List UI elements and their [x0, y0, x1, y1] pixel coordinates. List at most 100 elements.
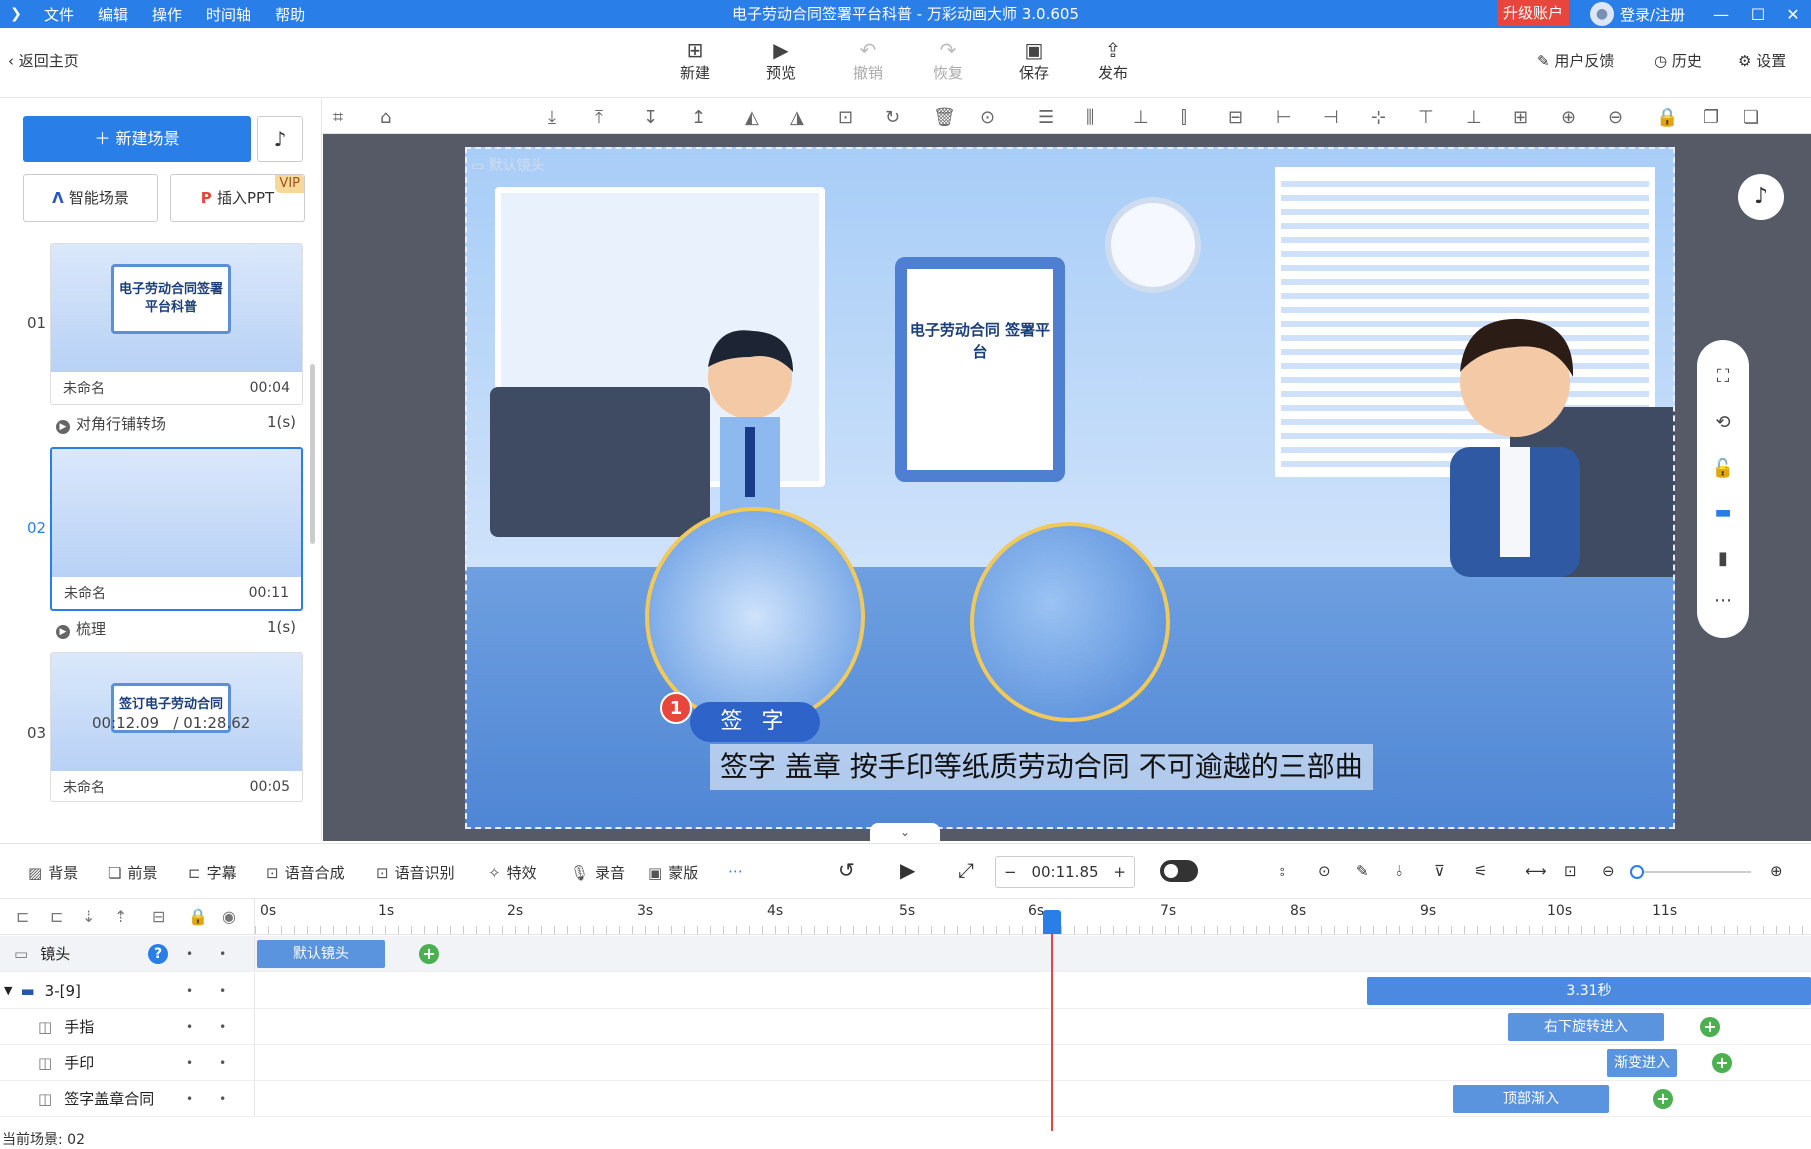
zoom-out-icon[interactable]: ⊖ — [1608, 107, 1623, 128]
timeline-clip[interactable]: 渐变进入 — [1607, 1049, 1677, 1077]
mobile-view-icon[interactable]: ▮ — [1697, 548, 1749, 569]
track-camera[interactable]: ▭ 镜头 ? •• — [0, 936, 255, 972]
move-down-track-icon[interactable]: ⇣ — [82, 907, 95, 926]
align-center-icon[interactable]: ☰ — [1038, 107, 1054, 128]
paste-icon[interactable]: ❏ — [1743, 107, 1759, 128]
effects-button[interactable]: ✧ 特效 — [488, 862, 537, 883]
feedback-button[interactable]: ✎ 用户反馈 — [1537, 50, 1614, 71]
history-button[interactable]: ◷ 历史 — [1654, 50, 1702, 71]
record-button[interactable]: 🎙 录音 — [570, 862, 625, 883]
timeline-clip[interactable]: 默认镜头 — [257, 940, 385, 968]
minimize-icon[interactable]: — — [1703, 0, 1739, 28]
time-input[interactable]: − 00:11.85 + — [995, 856, 1135, 888]
menu-file[interactable]: 文件 — [32, 4, 86, 25]
align-bottom-icon[interactable]: ⊥ — [1133, 107, 1149, 128]
align-side-icon[interactable]: ⫿ — [1181, 107, 1187, 128]
menu-edit[interactable]: 编辑 — [86, 4, 140, 25]
zoom-in-timeline-icon[interactable]: ⊕ — [1770, 862, 1783, 880]
eye-icon[interactable]: ◉ — [222, 907, 236, 926]
scene-card-01[interactable]: 电子劳动合同签署平台科普 未命名 00:04 — [50, 243, 303, 405]
track-lane[interactable]: 默认镜头 + — [255, 936, 1811, 972]
tts-button[interactable]: ⊡ 语音合成 — [266, 862, 345, 883]
new-folder-icon[interactable]: ⊏ — [16, 907, 29, 926]
transition-2[interactable]: ▶ 梳理 1(s) — [56, 618, 296, 639]
track-fingerprint[interactable]: ◫ 手印 •• — [0, 1045, 255, 1081]
time-ruler[interactable]: 0s 1s 2s 3s 4s 5s 6s 7s 8s 9s 10s 11s — [255, 899, 1811, 935]
split-icon[interactable]: ⫰ — [1396, 862, 1403, 880]
track-sign-contract[interactable]: ◫ 签字盖章合同 •• — [0, 1081, 255, 1117]
music-note-icon[interactable]: ♪ — [1738, 174, 1784, 220]
replay-icon[interactable]: ↺ — [838, 858, 855, 882]
menu-timeline[interactable]: 时间轴 — [194, 4, 263, 25]
edit-icon[interactable]: ✎ — [1356, 862, 1369, 880]
lock-icon[interactable]: ⊡ — [838, 107, 853, 128]
fit-width-icon[interactable]: ⟷ — [1525, 862, 1547, 880]
playhead-handle[interactable] — [1043, 910, 1061, 934]
copy-icon[interactable]: ❐ — [1703, 107, 1719, 128]
track-toggle-dots[interactable]: •• — [186, 1020, 252, 1034]
select-range-icon[interactable]: ⦂ — [1280, 862, 1285, 880]
delete-track-icon[interactable]: ⊟ — [152, 907, 165, 926]
menu-operate[interactable]: 操作 — [140, 4, 194, 25]
align-vcenter-icon[interactable]: ⊞ — [1513, 107, 1528, 128]
home-icon[interactable]: ⌂ — [380, 107, 391, 128]
ruler-icon[interactable]: ⌗ — [333, 107, 343, 128]
rotate-icon[interactable]: ↻ — [885, 107, 900, 128]
help-icon[interactable]: ? — [148, 943, 168, 964]
align-vbottom-icon[interactable]: ⊥ — [1466, 107, 1482, 128]
add-keyframe-icon[interactable]: + — [1700, 1017, 1720, 1037]
crop-icon[interactable]: ⊙ — [980, 107, 995, 128]
rotate-view-icon[interactable]: ⟲ — [1697, 412, 1749, 433]
preview-button[interactable]: ▶ 预览 — [751, 38, 811, 83]
desktop-view-icon[interactable]: ▬ — [1697, 502, 1749, 523]
move-down-icon[interactable]: ↧ — [643, 107, 658, 128]
stage[interactable]: 电子劳动合同 签署平台 1 签 字 签字 盖章 按手印等纸质劳动合同 不可逾越的… — [465, 147, 1675, 829]
more-icon[interactable]: ⋯ — [1697, 590, 1749, 611]
add-folder-icon[interactable]: ⊏ — [50, 907, 63, 926]
login-button[interactable]: ● 登录/注册 — [1590, 0, 1685, 28]
move-bottom-icon[interactable]: ⤓ — [548, 107, 556, 128]
slider-knob[interactable] — [1630, 865, 1644, 879]
caption-button[interactable]: ⊏ 字幕 — [188, 862, 237, 883]
close-icon[interactable]: ✕ — [1775, 0, 1811, 28]
move-up-icon[interactable]: ↥ — [691, 107, 706, 128]
track-toggle-dots[interactable]: •• — [186, 947, 252, 961]
fullscreen-icon[interactable]: ⤢ — [958, 858, 974, 882]
asr-button[interactable]: ⊡ 语音识别 — [376, 862, 455, 883]
play-icon[interactable]: ▶ — [900, 858, 915, 882]
track-finger[interactable]: ◫ 手指 •• — [0, 1009, 255, 1045]
track-lane[interactable]: 顶部渐入 + — [255, 1081, 1811, 1117]
settings-button[interactable]: ⚙ 设置 — [1738, 50, 1786, 71]
add-keyframe-icon[interactable]: + — [1712, 1053, 1732, 1073]
distribute-icon[interactable]: ⊟ — [1228, 107, 1243, 128]
move-top-icon[interactable]: ⤒ — [595, 107, 603, 128]
new-scene-button[interactable]: ＋ 新建场景 — [23, 116, 251, 162]
publish-button[interactable]: ⇪ 发布 — [1083, 38, 1143, 83]
background-button[interactable]: ▨ 背景 — [28, 862, 78, 883]
new-button[interactable]: ⊞ 新建 — [665, 38, 725, 83]
sign-label[interactable]: 签 字 — [690, 702, 820, 742]
timeline-clip[interactable]: 顶部渐入 — [1453, 1085, 1609, 1113]
delete-icon[interactable]: 🗑 — [933, 107, 956, 128]
track-lane[interactable]: 3.31秒 — [255, 973, 1811, 1009]
time-minus-button[interactable]: − — [1004, 863, 1017, 881]
transition-1[interactable]: ▶ 对角行铺转场 1(s) — [56, 413, 296, 434]
ratio-icon[interactable]: ⊡ — [1564, 862, 1577, 880]
camera-snapshot-icon[interactable]: ⊙ — [1318, 862, 1331, 880]
expand-icon[interactable]: ▼ — [4, 984, 12, 997]
track-lane[interactable]: 右下旋转进入 + — [255, 1009, 1811, 1045]
menu-help[interactable]: 帮助 — [263, 4, 317, 25]
redo-button[interactable]: ↷ 恢复 — [918, 38, 978, 83]
move-up-track-icon[interactable]: ⇡ — [114, 907, 127, 926]
track-toggle-dots[interactable]: •• — [186, 1056, 252, 1070]
fit-screen-icon[interactable]: ⛶ — [1697, 366, 1749, 387]
subtitle-text[interactable]: 签字 盖章 按手印等纸质劳动合同 不可逾越的三部曲 — [710, 744, 1373, 790]
more-options-icon[interactable]: ⋯ — [728, 862, 743, 880]
foreground-button[interactable]: ❏ 前景 — [108, 862, 157, 883]
back-home-button[interactable]: ‹ 返回主页 — [8, 50, 79, 71]
align-top-icon[interactable]: ⊤ — [1418, 107, 1434, 128]
smart-scene-button[interactable]: Λ 智能场景 — [23, 174, 158, 222]
add-keyframe-icon[interactable]: + — [1653, 1089, 1673, 1109]
upgrade-button[interactable]: 升级账户 — [1497, 0, 1570, 26]
align-left-icon[interactable]: ⊢ — [1276, 107, 1292, 128]
